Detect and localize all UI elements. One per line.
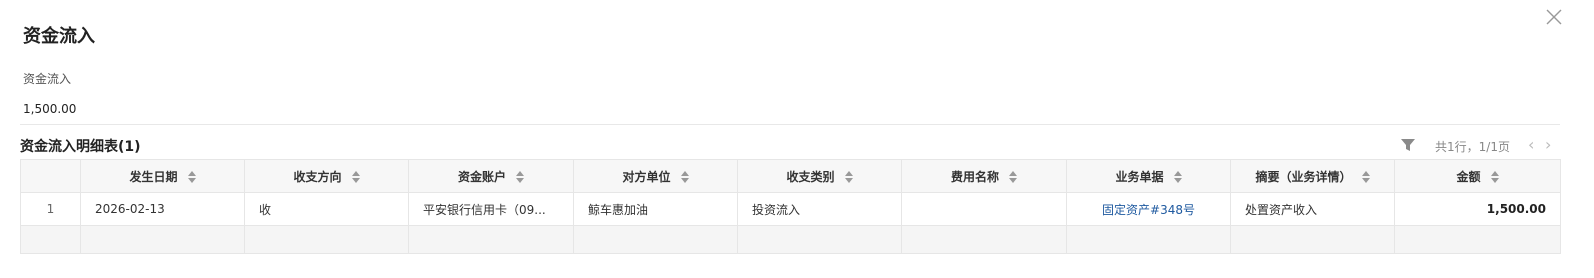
sort-icon[interactable] (1361, 171, 1370, 183)
sort-icon[interactable] (351, 171, 360, 183)
cell-summary: 处置资产收入 (1230, 192, 1395, 226)
cell-category: 投资流入 (737, 192, 902, 226)
sort-icon[interactable] (1009, 171, 1017, 183)
cell-index: 1 (20, 192, 81, 226)
column-header-index (20, 159, 81, 193)
sort-icon[interactable] (187, 171, 196, 183)
column-header-counterparty[interactable]: 对方单位 (573, 159, 738, 193)
field-value: 1,500.00 (23, 102, 77, 116)
sort-icon[interactable] (844, 171, 853, 183)
column-header-amount[interactable]: 金额 (1394, 159, 1561, 193)
prev-page-button[interactable]: ‹ (1528, 136, 1534, 154)
detail-table-title: 资金流入明细表(1) (20, 139, 141, 155)
cell-expense-name (901, 192, 1067, 226)
detail-table: 发生日期 收支方向 资金账户 对方单位 收支类别 费用名称 业务单据 摘要（业务… (20, 159, 1561, 254)
pager-info: 共1行，1/1页 (1435, 140, 1510, 154)
next-page-button[interactable]: › (1545, 136, 1551, 154)
field-label: 资金流入 (23, 72, 72, 86)
close-icon[interactable] (1545, 8, 1563, 26)
document-link[interactable]: 固定资产#348号 (1102, 203, 1195, 217)
sort-icon[interactable] (516, 171, 524, 183)
column-header-category[interactable]: 收支类别 (737, 159, 902, 193)
sort-icon[interactable] (1490, 171, 1499, 183)
filter-icon[interactable] (1400, 137, 1416, 153)
column-header-direction[interactable]: 收支方向 (244, 159, 409, 193)
cell-account: 平安银行信用卡（09... (408, 192, 574, 226)
cell-date: 2026-02-13 (80, 192, 245, 226)
column-header-date[interactable]: 发生日期 (80, 159, 245, 193)
column-header-document[interactable]: 业务单据 (1066, 159, 1231, 193)
cell-counterparty: 鲸车惠加油 (573, 192, 738, 226)
divider (20, 124, 1560, 125)
cell-document: 固定资产#348号 (1066, 192, 1231, 226)
sort-icon[interactable] (1173, 171, 1182, 183)
table-header-row: 发生日期 收支方向 资金账户 对方单位 收支类别 费用名称 业务单据 摘要（业务… (20, 159, 1561, 193)
table-empty-row (20, 225, 1561, 254)
cell-amount: 1,500.00 (1394, 192, 1561, 226)
column-header-expense-name[interactable]: 费用名称 (901, 159, 1067, 193)
column-header-account[interactable]: 资金账户 (408, 159, 574, 193)
cell-direction: 收 (244, 192, 409, 226)
column-header-summary[interactable]: 摘要（业务详情） (1230, 159, 1395, 193)
table-row[interactable]: 1 2026-02-13 收 平安银行信用卡（09... 鲸车惠加油 投资流入 … (20, 192, 1561, 226)
dialog-title: 资金流入 (23, 26, 95, 47)
sort-icon[interactable] (680, 171, 689, 183)
